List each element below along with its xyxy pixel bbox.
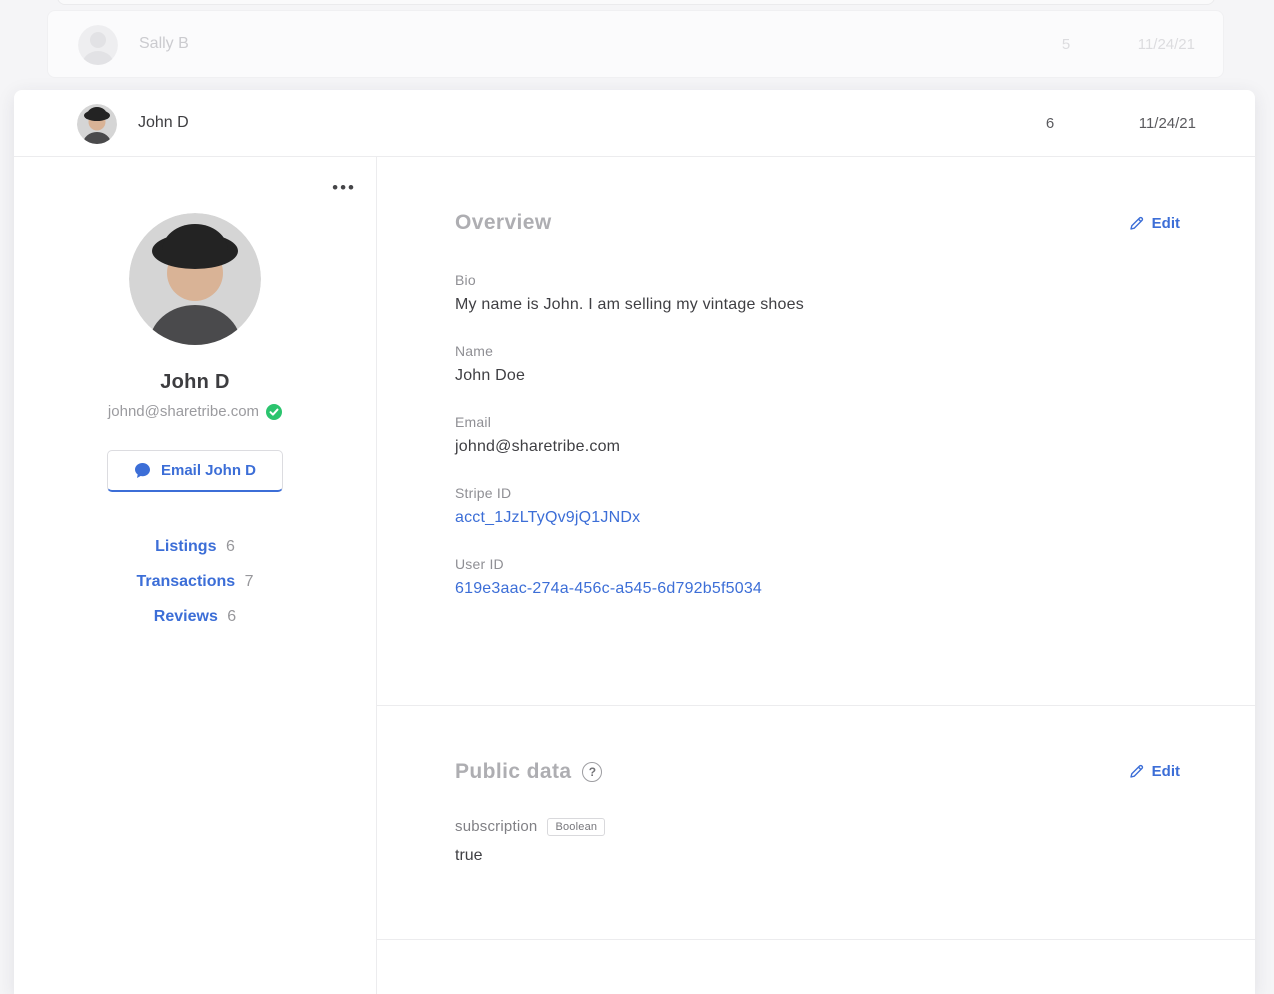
link-label: Listings: [155, 538, 217, 555]
link-count: 7: [244, 573, 254, 590]
ellipsis-menu-icon[interactable]: •••: [332, 179, 356, 196]
profile-avatar: [129, 213, 261, 345]
link-label: Reviews: [153, 608, 218, 625]
link-reviews[interactable]: Reviews 6: [14, 608, 376, 626]
user-id-link[interactable]: 619e3aac-274a-456c-a545-6d792b5f5034: [455, 580, 1180, 598]
link-transactions[interactable]: Transactions 7: [14, 573, 376, 591]
avatar: [78, 25, 118, 65]
user-row-date: 11/24/21: [1138, 115, 1196, 132]
link-label: Transactions: [136, 573, 236, 590]
profile-name: John D: [160, 371, 230, 393]
public-data-entry: subscription Boolean true: [455, 817, 1180, 865]
edit-overview-button[interactable]: Edit: [1129, 215, 1180, 232]
field-value: John Doe: [455, 367, 526, 384]
email-user-button-label: Email John D: [160, 462, 257, 479]
user-row-date: 11/24/21: [1137, 36, 1195, 53]
user-row-sally[interactable]: Sally B 5 11/24/21: [47, 10, 1224, 78]
public-data-title-text: Public data: [455, 759, 572, 783]
entry-value: true: [455, 846, 483, 864]
field-label: Bio: [455, 272, 476, 288]
field-value: johnd@sharetribe.com: [455, 438, 621, 455]
field-bio: Bio My name is John. I am selling my vin…: [455, 272, 1180, 314]
field-name: Name John Doe: [455, 343, 1180, 385]
email-user-button[interactable]: Email John D: [106, 450, 284, 492]
public-data-section: Public data ? Edit subscription Boolean …: [377, 706, 1255, 940]
verified-check-icon: [266, 403, 283, 420]
chat-bubble-icon: [134, 462, 151, 479]
next-section-partial: [377, 940, 1255, 994]
user-row-name: Sally B: [139, 35, 189, 52]
pencil-icon: [1129, 216, 1144, 231]
previous-user-row-edge[interactable]: [57, 0, 1215, 5]
field-label: Name: [455, 343, 494, 359]
pencil-icon: [1129, 764, 1144, 779]
user-row-name: John D: [138, 114, 189, 131]
user-detail-body: ••• John D johnd@sharetribe.com Email Jo…: [14, 157, 1255, 994]
link-listings[interactable]: Listings 6: [14, 538, 376, 556]
user-row-count: 6: [1045, 115, 1055, 132]
edit-label: Edit: [1151, 763, 1180, 781]
entry-key: subscription: [455, 818, 538, 836]
public-data-title: Public data ?: [455, 759, 603, 784]
user-list-page: Sally B 5 11/24/21 John D 6 11/24/21 •••…: [0, 0, 1274, 994]
link-count: 6: [227, 608, 237, 625]
field-user-id: User ID 619e3aac-274a-456c-a545-6d792b5f…: [455, 556, 1180, 598]
field-label: Stripe ID: [455, 485, 512, 501]
profile-links: Listings 6 Transactions 7 Reviews 6: [14, 538, 376, 626]
stripe-id-link[interactable]: acct_1JzLTyQv9jQ1JNDx: [455, 509, 1180, 527]
profile-email-row: johnd@sharetribe.com: [14, 403, 376, 420]
detail-column: Overview Edit Bio My name is John. I am …: [377, 157, 1255, 994]
field-email: Email johnd@sharetribe.com: [455, 414, 1180, 456]
overview-section: Overview Edit Bio My name is John. I am …: [377, 157, 1255, 706]
field-value: My name is John. I am selling my vintage…: [455, 296, 804, 313]
type-badge: Boolean: [547, 817, 606, 836]
overview-title: Overview: [455, 211, 552, 234]
profile-email: johnd@sharetribe.com: [107, 403, 260, 420]
user-row-john[interactable]: John D 6 11/24/21: [14, 90, 1255, 157]
link-count: 6: [225, 538, 235, 555]
profile-panel: ••• John D johnd@sharetribe.com Email Jo…: [14, 157, 377, 994]
avatar: [77, 104, 117, 144]
field-label: Email: [455, 414, 492, 430]
user-detail-card: John D 6 11/24/21 ••• John D johnd@share…: [14, 90, 1255, 994]
help-icon[interactable]: ?: [582, 761, 603, 782]
edit-label: Edit: [1151, 214, 1180, 232]
field-label: User ID: [455, 556, 504, 572]
user-row-count: 5: [1061, 36, 1071, 53]
field-stripe-id: Stripe ID acct_1JzLTyQv9jQ1JNDx: [455, 485, 1180, 527]
edit-public-data-button[interactable]: Edit: [1129, 763, 1180, 780]
